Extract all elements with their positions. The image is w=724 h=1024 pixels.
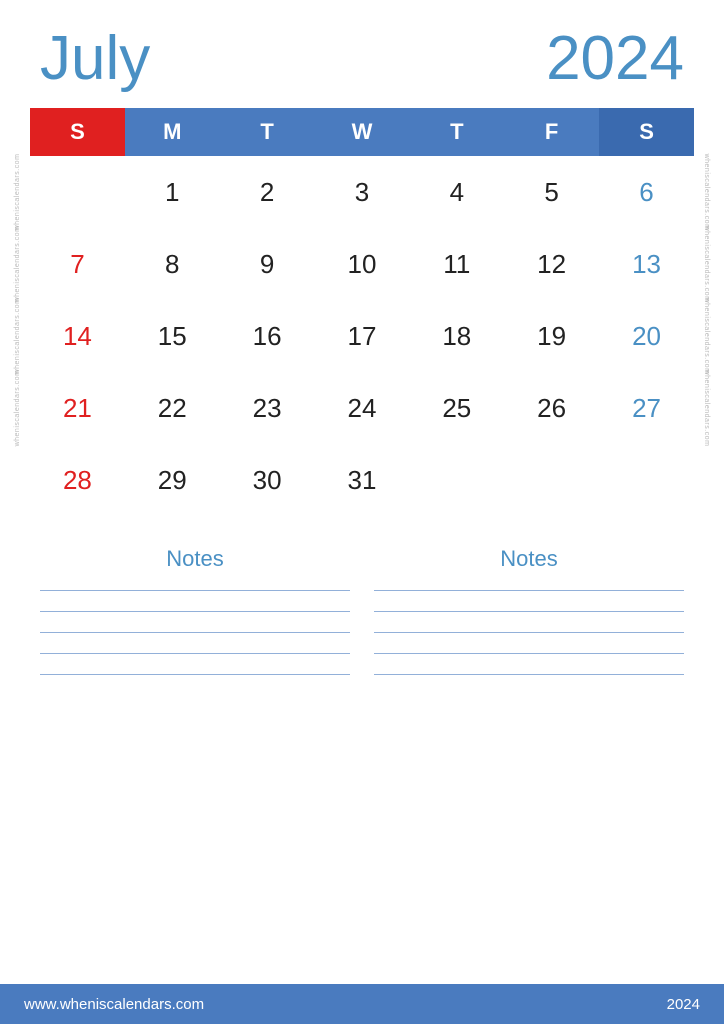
date-cell <box>409 444 504 516</box>
date-cell: 30 <box>220 444 315 516</box>
footer: www.wheniscalendars.com 2024 <box>0 984 724 1024</box>
notes-line <box>40 611 350 612</box>
notes-line <box>374 611 684 612</box>
calendar-page: July 2024 S M T W T F S wheniscalendars.… <box>0 0 724 1024</box>
side-text-right: wheniscalendars.com <box>703 226 710 303</box>
month-title: July <box>40 28 150 90</box>
date-cell: 24 <box>315 372 410 444</box>
year-title: 2024 <box>546 28 684 90</box>
side-text-left: wheniscalendars.com <box>14 154 21 231</box>
notes-line <box>40 674 350 675</box>
col-wednesday: W <box>315 108 410 156</box>
date-cell: 31 <box>315 444 410 516</box>
col-tuesday: T <box>220 108 315 156</box>
notes-line <box>374 632 684 633</box>
notes-col-right: Notes <box>364 536 694 984</box>
side-text-right: wheniscalendars.com <box>703 154 710 231</box>
date-cell: 12 <box>504 228 599 300</box>
side-text-left: wheniscalendars.com <box>14 226 21 303</box>
col-thursday: T <box>409 108 504 156</box>
day-header-row: S M T W T F S <box>30 108 694 156</box>
notes-line <box>40 632 350 633</box>
calendar-week-row: 28293031 <box>30 444 694 516</box>
calendar-week-row: 7wheniscalendars.com8910111213wheniscale… <box>30 228 694 300</box>
col-saturday: S <box>599 108 694 156</box>
calendar-week-row: 21wheniscalendars.com222324252627whenisc… <box>30 372 694 444</box>
date-cell: wheniscalendars.com <box>30 156 125 228</box>
date-cell: 25 <box>409 372 504 444</box>
calendar-week-row: 14wheniscalendars.com151617181920whenisc… <box>30 300 694 372</box>
date-cell: 23 <box>220 372 315 444</box>
notes-label-right: Notes <box>500 546 557 572</box>
date-cell: 8 <box>125 228 220 300</box>
side-text-right: wheniscalendars.com <box>703 298 710 375</box>
footer-year: 2024 <box>667 996 700 1013</box>
date-cell: 6wheniscalendars.com <box>599 156 694 228</box>
header: July 2024 <box>0 0 724 108</box>
date-cell: 10 <box>315 228 410 300</box>
calendar-wrapper: S M T W T F S wheniscalendars.com123456w… <box>0 108 724 516</box>
date-cell: 11 <box>409 228 504 300</box>
notes-label-left: Notes <box>166 546 223 572</box>
date-cell: 19 <box>504 300 599 372</box>
notes-line <box>374 590 684 591</box>
date-cell: 7wheniscalendars.com <box>30 228 125 300</box>
notes-line <box>374 674 684 675</box>
side-text-left: wheniscalendars.com <box>14 370 21 447</box>
col-friday: F <box>504 108 599 156</box>
date-cell: 15 <box>125 300 220 372</box>
date-cell: 22 <box>125 372 220 444</box>
date-cell: 5 <box>504 156 599 228</box>
date-cell: 13wheniscalendars.com <box>599 228 694 300</box>
notes-section: Notes Notes <box>0 526 724 984</box>
date-cell <box>504 444 599 516</box>
date-cell: 27wheniscalendars.com <box>599 372 694 444</box>
side-text-right: wheniscalendars.com <box>703 370 710 447</box>
date-cell: 14wheniscalendars.com <box>30 300 125 372</box>
date-cell: 20wheniscalendars.com <box>599 300 694 372</box>
date-cell: 26 <box>504 372 599 444</box>
notes-lines-right <box>374 590 684 675</box>
footer-url: www.wheniscalendars.com <box>24 996 204 1013</box>
col-monday: M <box>125 108 220 156</box>
side-text-left: wheniscalendars.com <box>14 298 21 375</box>
notes-lines-left <box>40 590 350 675</box>
date-cell: 4 <box>409 156 504 228</box>
date-cell: 18 <box>409 300 504 372</box>
date-cell: 3 <box>315 156 410 228</box>
date-cell: 2 <box>220 156 315 228</box>
date-cell: 29 <box>125 444 220 516</box>
notes-line <box>374 653 684 654</box>
notes-col-left: Notes <box>30 536 360 984</box>
date-cell: 1 <box>125 156 220 228</box>
calendar-table: S M T W T F S wheniscalendars.com123456w… <box>30 108 694 516</box>
col-sunday: S <box>30 108 125 156</box>
date-cell: 9 <box>220 228 315 300</box>
date-cell: 16 <box>220 300 315 372</box>
date-cell <box>599 444 694 516</box>
date-cell: 17 <box>315 300 410 372</box>
date-cell: 21wheniscalendars.com <box>30 372 125 444</box>
notes-line <box>40 653 350 654</box>
calendar-week-row: wheniscalendars.com123456wheniscalendars… <box>30 156 694 228</box>
date-cell: 28 <box>30 444 125 516</box>
calendar-body: wheniscalendars.com123456wheniscalendars… <box>30 156 694 516</box>
notes-line <box>40 590 350 591</box>
